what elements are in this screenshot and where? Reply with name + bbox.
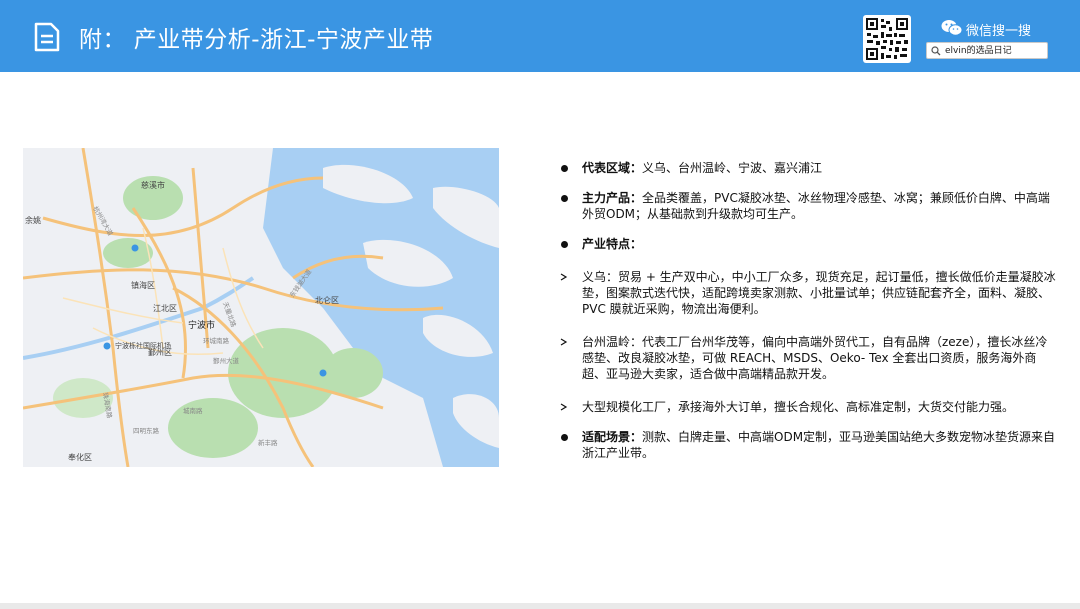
item-text: 台州温岭：代表工厂台州华茂等，偏向中高端外贸代工，自有品牌（zeze），擅长冰丝…: [582, 335, 1048, 381]
list-item-features: 产业特点：: [558, 236, 1058, 252]
list-item-taizhou: 台州温岭：代表工厂台州华茂等，偏向中高端外贸代工，自有品牌（zeze），擅长冰丝…: [558, 334, 1058, 382]
road: [81, 148, 130, 467]
search-input[interactable]: elvin的选品日记: [926, 42, 1048, 59]
park: [168, 398, 258, 458]
list-item-products: 主力产品：全品类覆盖，PVC凝胶冰垫、冰丝物理冷感垫、冰窝；兼顾低价白牌、中高端…: [558, 190, 1058, 222]
item-text: 测款、白牌走量、中高端ODM定制，亚马逊美国站绝大多数宠物冰垫货源来自浙江产业带…: [582, 430, 1056, 460]
wechat-search-label: 微信搜一搜: [966, 24, 1032, 39]
map-label-yuyao: 余姚: [25, 215, 41, 225]
road-label: 四明东路: [133, 426, 160, 435]
item-label: 产业特点：: [582, 237, 643, 251]
list-item-yiwu: 义乌：贸易 + 生产双中心，中小工厂众多，现货充足，起订量低，擅长做低价走量凝胶…: [558, 269, 1058, 317]
bottom-divider: [0, 603, 1080, 609]
map-label-beilun: 北仑区: [315, 295, 339, 305]
search-value: elvin的选品日记: [945, 46, 1012, 56]
item-text: 义乌：贸易 + 生产双中心，中小工厂众多，现货充足，起订量低，擅长做低价走量凝胶…: [582, 270, 1056, 316]
item-label: 适配场景：: [582, 430, 643, 444]
item-text: 义乌、台州温岭、宁波、嘉兴浦江: [642, 161, 823, 175]
minor-road: [222, 247, 264, 349]
road-label: 鄞州大道: [213, 356, 240, 365]
road-label: 环城南路: [203, 336, 230, 345]
map-label-cixi: 慈溪市: [141, 180, 165, 190]
map-image[interactable]: 镇海区 江北区 宁波市 鄞州区 北仑区 奉化区 余姚 慈溪市 宁波栎社国际机场 …: [23, 148, 499, 467]
map-label-zhenhai: 镇海区: [131, 280, 155, 290]
bullet-icon: [561, 241, 568, 248]
list-item-large-factory: 大型规模化工厂，承接海外大订单，擅长合规化、高标准定制，大货交付能力强。: [558, 399, 1058, 415]
item-label: 主力产品：: [582, 191, 643, 205]
header-bar: 附： 产业带分析-浙江-宁波产业带 微信搜一搜 elvin的选品日记: [0, 0, 1080, 72]
map-pin-icon: [319, 369, 327, 377]
search-icon: [931, 46, 941, 56]
road-label: 新丰路: [258, 438, 278, 447]
wechat-icon: [941, 20, 963, 36]
map-pin-icon: [103, 342, 111, 350]
bullet-icon: [561, 165, 568, 172]
map-label-airport: 宁波栎社国际机场: [115, 341, 171, 350]
arrow-bullet-icon: [560, 403, 568, 411]
park: [103, 238, 153, 268]
analysis-content: 代表区域：义乌、台州温岭、宁波、嘉兴浦江 主力产品：全品类覆盖，PVC凝胶冰垫、…: [558, 160, 1058, 475]
bullet-icon: [561, 434, 568, 441]
qr-code: [863, 15, 911, 63]
arrow-bullet-icon: [560, 338, 568, 346]
list-item-scenarios: 适配场景：测款、白牌走量、中高端ODM定制，亚马逊美国站绝大多数宠物冰垫货源来自…: [558, 429, 1058, 461]
map-label-ningbo: 宁波市: [188, 319, 215, 331]
page-title: 附： 产业带分析-浙江-宁波产业带: [79, 27, 434, 53]
item-text: 大型规模化工厂，承接海外大订单，擅长合规化、高标准定制，大货交付能力强。: [582, 400, 1015, 414]
park: [323, 348, 383, 398]
map-pin-icon: [131, 244, 139, 252]
bullet-icon: [561, 195, 568, 202]
item-label: 代表区域：: [582, 161, 643, 175]
map-label-jiangbei: 江北区: [153, 304, 177, 313]
road-label: 城南路: [183, 406, 203, 415]
arrow-bullet-icon: [560, 273, 568, 281]
list-item-region: 代表区域：义乌、台州温岭、宁波、嘉兴浦江: [558, 160, 1058, 176]
map-label-fenghua: 奉化区: [68, 452, 92, 462]
item-text: 全品类覆盖，PVC凝胶冰垫、冰丝物理冷感垫、冰窝；兼顾低价白牌、中高端外贸ODM…: [582, 191, 1050, 221]
document-icon: [34, 22, 60, 52]
